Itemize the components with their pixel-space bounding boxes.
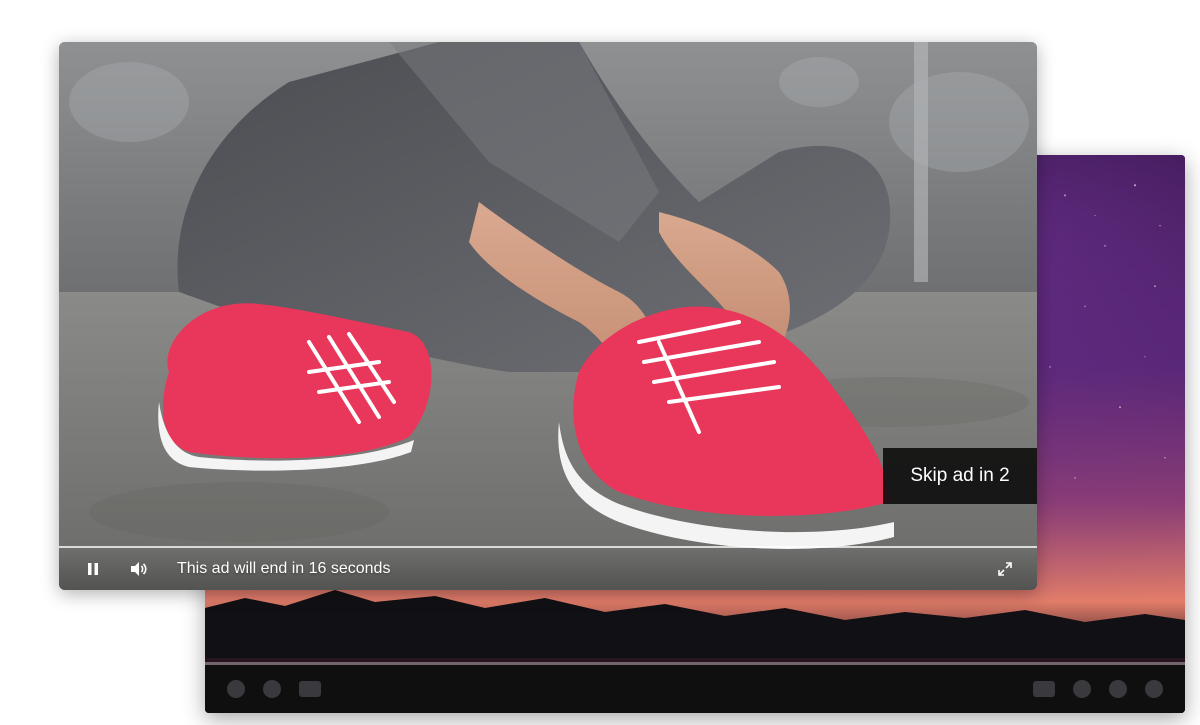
ad-control-bar: This ad will end in 16 seconds xyxy=(59,548,1037,590)
captions-icon xyxy=(299,681,321,697)
play-icon xyxy=(227,680,245,698)
background-control-bar xyxy=(205,665,1185,713)
chat-icon xyxy=(1033,681,1055,697)
skip-ad-button[interactable]: Skip ad in 2 xyxy=(883,448,1037,504)
fullscreen-icon xyxy=(998,562,1012,576)
volume-icon xyxy=(1073,680,1091,698)
pause-icon xyxy=(88,563,98,575)
ad-video-frame xyxy=(59,42,1037,590)
fullscreen-button[interactable] xyxy=(995,559,1015,579)
pause-button[interactable] xyxy=(83,559,103,579)
ad-video-player[interactable]: Skip ad in 2 This ad will end in 16 seco… xyxy=(59,42,1037,590)
volume-button[interactable] xyxy=(129,559,149,579)
settings-icon xyxy=(1109,680,1127,698)
background-time-display xyxy=(339,682,342,696)
expand-icon xyxy=(1145,680,1163,698)
ad-countdown-message: This ad will end in 16 seconds xyxy=(177,560,391,577)
rewind-icon xyxy=(263,680,281,698)
volume-icon xyxy=(131,562,147,576)
